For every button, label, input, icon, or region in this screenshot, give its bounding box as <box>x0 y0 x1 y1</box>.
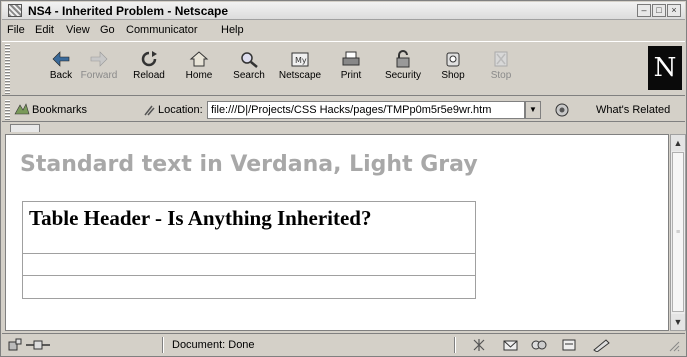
bookmarks-button[interactable]: Bookmarks <box>32 104 87 116</box>
maximize-button[interactable]: □ <box>652 4 666 17</box>
window-title: NS4 - Inherited Problem - Netscape <box>28 4 229 18</box>
navigation-toolbar: Back Forward Reload Home Search My Netsc… <box>2 41 685 96</box>
menu-bar: File Edit View Go Communicator Help <box>2 21 685 40</box>
page-heading: Standard text in Verdana, Light Gray <box>20 152 478 177</box>
menu-help[interactable]: Help <box>221 24 244 36</box>
table-row <box>23 276 475 298</box>
menu-edit[interactable]: Edit <box>35 24 54 36</box>
location-label: Location: <box>158 104 203 116</box>
online-plug-icon[interactable] <box>26 338 50 352</box>
minimize-button[interactable]: – <box>637 4 651 17</box>
status-bar: Document: Done <box>2 333 685 355</box>
newsgroup-component-icon[interactable] <box>530 338 548 352</box>
close-button[interactable]: × <box>667 4 681 17</box>
composer-component-icon[interactable] <box>562 338 576 352</box>
scroll-up-button[interactable]: ▲ <box>671 135 685 151</box>
location-toolbar: Bookmarks Location: file:///D|/Projects/… <box>2 98 685 122</box>
padlock-icon <box>396 50 410 68</box>
status-text: Document: Done <box>172 339 255 351</box>
menu-view[interactable]: View <box>66 24 90 36</box>
resize-grip-icon[interactable] <box>666 338 680 352</box>
netscape-icon: My <box>291 52 309 67</box>
whats-related-button[interactable]: What's Related <box>596 104 670 116</box>
location-grip[interactable] <box>5 100 10 120</box>
forward-button[interactable]: Forward <box>76 44 122 94</box>
collapsed-toolbar-strip <box>2 123 685 133</box>
stop-icon <box>494 51 508 67</box>
toolbar-grip[interactable] <box>5 44 10 94</box>
location-icon <box>144 105 155 116</box>
page-content: Standard text in Verdana, Light Gray Tab… <box>5 134 669 331</box>
menu-file[interactable]: File <box>7 24 25 36</box>
home-icon <box>189 51 209 67</box>
shop-button[interactable]: Shop <box>430 44 476 94</box>
table-header-text: Table Header - Is Anything Inherited? <box>29 206 372 230</box>
reload-button[interactable]: Reload <box>126 44 172 94</box>
print-icon <box>342 51 360 66</box>
status-divider <box>454 337 456 353</box>
back-arrow-icon <box>52 51 70 67</box>
content-table: Table Header - Is Anything Inherited? <box>22 201 476 299</box>
security-button[interactable]: Security <box>380 44 426 94</box>
search-icon <box>241 52 258 68</box>
menu-communicator[interactable]: Communicator <box>126 24 198 36</box>
collapsed-toolbar-tab[interactable] <box>10 124 40 132</box>
browser-window: NS4 - Inherited Problem - Netscape – □ ×… <box>0 0 687 357</box>
vertical-scrollbar[interactable]: ▲ ≡ ▼ <box>670 134 686 331</box>
table-row <box>23 254 475 276</box>
netscape-button[interactable]: My Netscape <box>274 44 326 94</box>
connection-icon <box>8 338 22 351</box>
scroll-thumb[interactable]: ≡ <box>672 152 684 312</box>
print-button[interactable]: Print <box>328 44 374 94</box>
svg-text:My: My <box>295 56 307 65</box>
mail-component-icon[interactable] <box>502 338 520 352</box>
url-dropdown-button[interactable]: ▼ <box>525 101 541 119</box>
edit-pencil-icon[interactable] <box>592 338 612 352</box>
forward-arrow-icon <box>90 51 108 67</box>
navigator-component-icon[interactable] <box>472 338 486 352</box>
scroll-down-button[interactable]: ▼ <box>671 314 685 330</box>
stop-button[interactable]: Stop <box>478 44 524 94</box>
title-bar: NS4 - Inherited Problem - Netscape – □ × <box>2 2 685 20</box>
menu-go[interactable]: Go <box>100 24 115 36</box>
location-url-field[interactable]: file:///D|/Projects/CSS Hacks/pages/TMPp… <box>207 101 525 119</box>
netscape-logo[interactable]: N <box>648 46 682 90</box>
reload-icon <box>141 51 157 67</box>
bookmarks-icon <box>14 103 30 115</box>
whats-related-icon <box>555 103 569 117</box>
search-button[interactable]: Search <box>226 44 272 94</box>
netscape-app-icon <box>8 4 22 17</box>
table-header-cell: Table Header - Is Anything Inherited? <box>23 202 475 254</box>
status-divider <box>162 337 164 353</box>
home-button[interactable]: Home <box>176 44 222 94</box>
shop-icon <box>446 52 460 67</box>
